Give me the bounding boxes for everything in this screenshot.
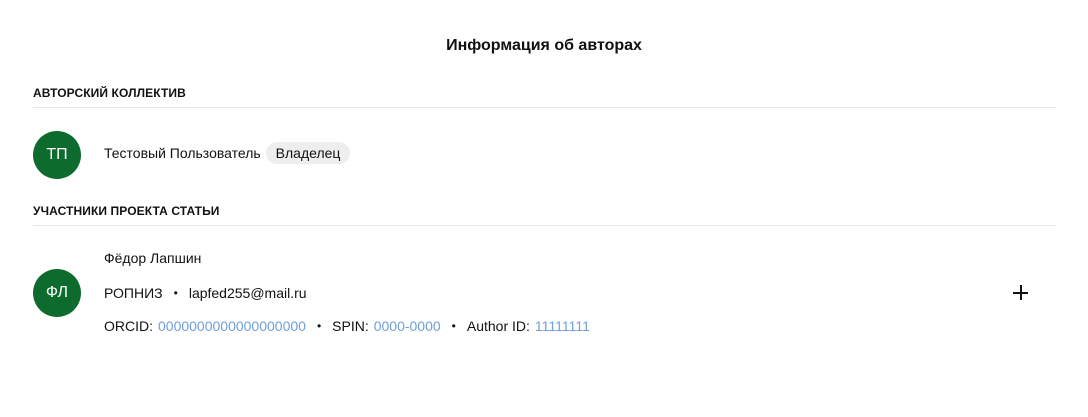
author-row: Тестовый Пользователь Владелец bbox=[104, 142, 351, 164]
participant-email: lapfed255@mail.ru bbox=[188, 285, 307, 301]
participants-divider bbox=[33, 225, 1056, 226]
participants-section-label: УЧАСТНИКИ ПРОЕКТА СТАТЬИ bbox=[33, 204, 220, 218]
author-name: Тестовый Пользователь bbox=[104, 145, 261, 161]
participant-name-row: Фёдор Лапшин bbox=[104, 250, 201, 266]
spin-label: SPIN: bbox=[332, 318, 369, 334]
separator-dot: • bbox=[173, 286, 178, 300]
participant-name: Фёдор Лапшин bbox=[104, 250, 202, 266]
avatar-initials: ТП bbox=[46, 146, 68, 163]
owner-badge: Владелец bbox=[265, 142, 351, 164]
separator-dot: • bbox=[316, 319, 322, 333]
spin-link[interactable]: 0000-0000 bbox=[374, 318, 441, 334]
participant-avatar: ФЛ bbox=[33, 269, 81, 317]
authors-divider bbox=[33, 107, 1056, 108]
author-id-link[interactable]: 11111111 bbox=[535, 318, 590, 334]
participant-avatar-initials: ФЛ bbox=[45, 284, 69, 301]
participant-org: РОПНИЗ bbox=[104, 285, 163, 301]
author-id-label: Author ID: bbox=[466, 318, 530, 334]
orcid-link[interactable]: 0000000000000000000 bbox=[158, 318, 306, 334]
participant-contact-row: РОПНИЗ • lapfed255@mail.ru bbox=[104, 285, 307, 301]
authors-section-label: АВТОРСКИЙ КОЛЛЕКТИВ bbox=[33, 86, 186, 100]
participant-ids-row: ORCID: 0000000000000000000 • SPIN: 0000-… bbox=[104, 318, 590, 334]
page-title: Информация об авторах bbox=[446, 37, 642, 54]
plus-icon[interactable] bbox=[1012, 284, 1030, 302]
separator-dot: • bbox=[451, 319, 456, 333]
avatar: ТП bbox=[33, 131, 81, 179]
orcid-label: ORCID: bbox=[104, 318, 153, 334]
